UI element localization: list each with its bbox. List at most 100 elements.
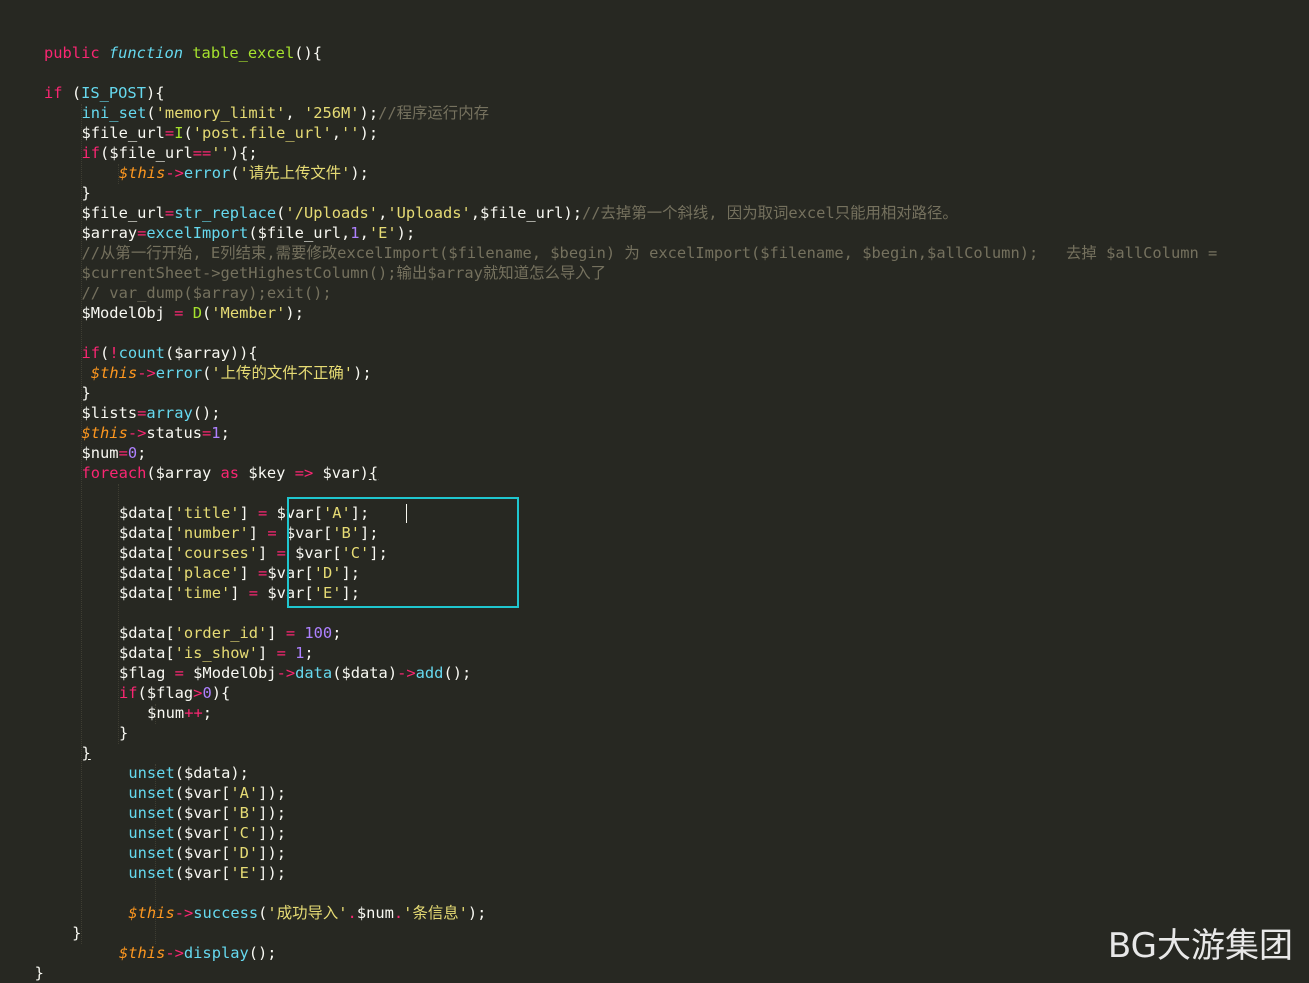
code-line[interactable]: } — [35, 963, 44, 983]
code-token: 'order_id' — [174, 624, 268, 642]
code-token: ); — [353, 364, 372, 382]
code-line[interactable]: // var_dump($array);exit(); — [82, 283, 332, 303]
code-line[interactable]: foreach($array as $key => $var){ — [82, 463, 379, 483]
code-line[interactable]: unset($var['B']); — [128, 803, 286, 823]
editor-gutter — [0, 0, 6, 977]
code-token: (); — [248, 944, 277, 962]
code-token: ; — [220, 424, 230, 442]
code-token: ); — [563, 204, 582, 222]
code-line[interactable]: if($file_url==''){; — [82, 143, 258, 163]
code-line[interactable]: } — [119, 723, 128, 743]
code-token: ]); — [258, 864, 286, 882]
code-token: 'place' — [174, 564, 240, 582]
code-token: public — [44, 44, 109, 62]
code-token: { — [368, 464, 379, 482]
code-line[interactable]: //从第一行开始, E列结束,需要修改excelImport($filename… — [82, 243, 1218, 263]
code-token: ( — [174, 764, 184, 782]
code-token: $array — [155, 464, 221, 482]
code-line[interactable]: $file_url=I('post.file_url',''); — [82, 123, 379, 143]
code-token: [ — [165, 544, 175, 562]
code-line[interactable]: $flag = $ModelObj->data($data)->add(); — [119, 663, 471, 683]
code-line[interactable]: $data['order_id'] = 100; — [119, 623, 341, 643]
code-token: = — [137, 404, 147, 422]
code-token: $file_url — [257, 224, 342, 242]
code-token: [ — [221, 844, 231, 862]
code-token: } — [119, 724, 129, 742]
code-line[interactable]: unset($var['D']); — [128, 843, 286, 863]
code-token: $num — [81, 444, 119, 462]
code-line[interactable]: ini_set('memory_limit', '256M');//程序运行内存 — [82, 103, 489, 123]
code-token: => — [294, 464, 323, 482]
code-line[interactable]: if(!count($array)){ — [82, 343, 258, 363]
code-token: = — [202, 424, 212, 442]
code-line[interactable]: unset($var['E']); — [128, 863, 286, 883]
code-line[interactable]: if($flag>0){ — [119, 683, 230, 703]
code-token: = — [174, 304, 193, 322]
code-line[interactable]: if (IS_POST){ — [44, 83, 165, 103]
code-token: $var — [184, 804, 222, 822]
code-line[interactable]: } — [82, 183, 91, 203]
code-line[interactable]: unset($var['C']); — [128, 823, 286, 843]
code-token: unset — [128, 804, 175, 822]
code-token: $key — [248, 464, 295, 482]
code-token: ! — [109, 344, 119, 362]
code-token: ( — [174, 784, 184, 802]
code-token: ); — [467, 904, 487, 922]
code-token: ( — [137, 684, 147, 702]
code-token: ); — [350, 164, 369, 182]
code-token: if — [81, 144, 101, 162]
code-token: 0 — [202, 684, 212, 702]
code-line[interactable]: $data['is_show'] = 1; — [119, 643, 314, 663]
code-line[interactable]: $currentSheet->getHighestColumn();输出$arr… — [82, 263, 607, 283]
code-line[interactable]: $ModelObj = D('Member'); — [82, 303, 304, 323]
code-token: 'E' — [368, 224, 397, 242]
code-line[interactable]: $this->success('成功导入'.$num.'条信息'); — [128, 903, 486, 923]
code-line[interactable]: $lists=array(); — [82, 403, 221, 423]
code-line[interactable]: $num=0; — [82, 443, 147, 463]
code-line[interactable]: $this->status=1; — [82, 423, 230, 443]
code-line[interactable]: $file_url=str_replace('/Uploads','Upload… — [82, 203, 958, 223]
code-line[interactable]: $array=excelImport($file_url,1,'E'); — [82, 223, 416, 243]
code-token: '/Uploads' — [285, 204, 379, 222]
code-token: $file_url — [480, 204, 564, 222]
code-token: '' — [211, 144, 230, 162]
code-line[interactable]: public function table_excel(){ — [44, 43, 322, 63]
code-token: ( — [174, 864, 184, 882]
code-token: $var — [184, 864, 222, 882]
code-token: as — [220, 464, 249, 482]
code-token: '请先上传文件' — [239, 164, 351, 182]
code-token: status — [146, 424, 202, 442]
code-line[interactable]: unset($data); — [128, 763, 249, 783]
code-line[interactable]: $num++; — [147, 703, 212, 723]
code-token: $lists — [81, 404, 138, 422]
code-token: ); — [359, 104, 379, 122]
code-token: [ — [221, 784, 231, 802]
code-token: $this — [119, 944, 166, 962]
code-line[interactable]: $this->error('请先上传文件'); — [119, 163, 369, 183]
code-editor[interactable]: public function table_excel(){if (IS_POS… — [0, 0, 1309, 982]
code-token: ( — [146, 104, 156, 122]
code-token: count — [118, 344, 165, 362]
code-token: } — [81, 384, 91, 402]
code-token: $data — [341, 664, 388, 682]
code-token: '成功导入' — [267, 904, 348, 922]
code-line[interactable]: } — [72, 923, 81, 943]
code-token: excelImport — [146, 224, 249, 242]
code-token: ( — [71, 84, 82, 102]
code-token: 'Member' — [211, 304, 286, 322]
code-token: D — [192, 304, 202, 322]
code-line[interactable]: } — [82, 383, 91, 403]
code-line[interactable]: $this->error('上传的文件不正确'); — [91, 363, 372, 383]
code-token: // var_dump($array);exit(); — [81, 284, 332, 302]
code-line[interactable]: unset($var['A']); — [128, 783, 286, 803]
code-token: $data — [119, 584, 166, 602]
indent-guide — [118, 484, 119, 744]
code-line[interactable]: } — [82, 743, 91, 763]
code-token: ; — [202, 704, 213, 722]
code-token: foreach — [81, 464, 147, 482]
code-token: , — [341, 224, 351, 242]
code-line[interactable]: $this->display(); — [119, 943, 277, 963]
code-token: ( — [276, 204, 286, 222]
code-token: 'title' — [174, 504, 240, 522]
code-token: 'is_show' — [174, 644, 259, 662]
